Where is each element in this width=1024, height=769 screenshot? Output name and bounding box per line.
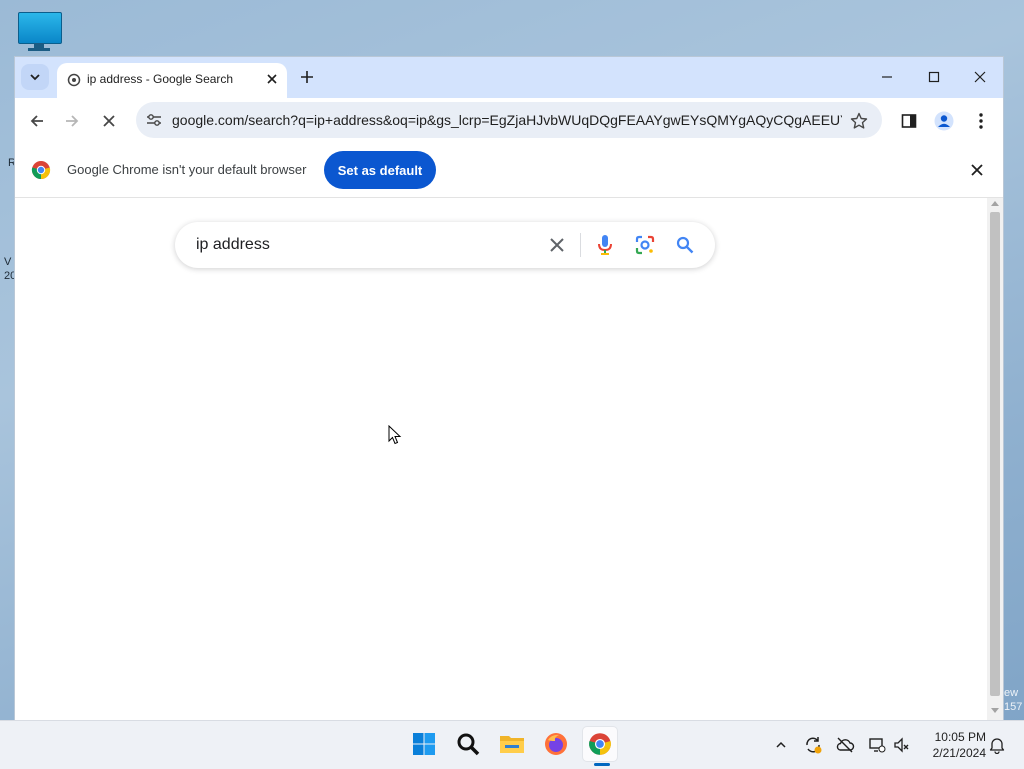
infobar-close-button[interactable] [967,160,987,180]
taskbar: 10:05 PM 2/21/2024 [0,720,1024,769]
minimize-icon [882,76,892,78]
back-button[interactable] [23,107,51,135]
arrow-right-icon [66,115,79,127]
close-icon [974,71,986,83]
desktop-computer-icon[interactable] [18,12,62,52]
scrollbar-thumb[interactable] [990,212,1000,696]
browser-toolbar: google.com/search?q=ip+address&oq=ip&gs_… [15,98,1003,143]
search-submit-button[interactable] [673,233,697,257]
file-explorer-button[interactable] [495,727,529,761]
search-input[interactable]: ip address [196,236,270,254]
new-tab-button[interactable] [297,67,317,87]
close-icon [103,115,115,127]
tune-icon [147,114,161,126]
cloud-off-icon [836,737,855,753]
page-scrollbar[interactable] [987,198,1003,720]
search-icon [676,236,694,254]
close-icon [267,74,277,84]
profile-button[interactable] [930,107,958,135]
start-button[interactable] [407,727,441,761]
bookmark-button[interactable] [848,110,870,132]
image-search-button[interactable] [633,233,657,257]
show-hidden-icons-button[interactable] [771,735,791,755]
voice-search-button[interactable] [593,233,617,257]
tab-active[interactable]: ip address - Google Search [57,63,287,98]
window-close-button[interactable] [960,64,1000,90]
url-text[interactable]: google.com/search?q=ip+address&oq=ip&gs_… [172,112,842,128]
sync-tray-button[interactable] [803,735,823,755]
clock-time: 10:05 PM [934,730,986,744]
page-content: ip address [15,198,987,720]
tab-strip: ip address - Google Search [15,57,1003,98]
default-browser-infobar: Google Chrome isn't your default browser… [15,143,1003,198]
desktop-label-fragment: V [4,256,12,268]
volume-tray-button[interactable] [892,735,912,755]
scroll-up-arrow-icon[interactable] [991,201,999,206]
google-lens-icon [635,235,655,255]
mouse-pointer-icon [388,425,402,445]
desktop-label-fragment: 157 [1004,701,1023,713]
firefox-button[interactable] [539,727,573,761]
address-bar[interactable]: google.com/search?q=ip+address&oq=ip&gs_… [136,102,882,138]
network-error-icon [869,738,886,753]
chrome-taskbar-button[interactable] [583,727,617,761]
search-icon [457,733,480,756]
monitor-base [28,48,50,51]
search-divider [580,233,581,257]
windows-logo-icon [413,733,435,755]
onedrive-tray-button[interactable] [835,735,855,755]
microphone-icon [598,235,612,255]
arrow-left-icon [30,115,43,127]
speaker-muted-icon [894,737,909,753]
tab-close-button[interactable] [263,70,281,88]
infobar-message: Google Chrome isn't your default browser [67,162,307,177]
chevron-down-icon [30,74,40,81]
sync-warning-icon [806,737,822,754]
avatar-icon [934,111,954,131]
bell-icon [989,738,1005,754]
taskbar-search-button[interactable] [451,727,485,761]
notifications-button[interactable] [987,735,1007,755]
close-icon [550,238,564,252]
maximize-icon [928,71,940,83]
system-clock[interactable]: 10:05 PM 2/21/2024 [920,729,986,761]
forward-button[interactable] [58,107,86,135]
side-panel-button[interactable] [895,107,923,135]
tab-title: ip address - Google Search [87,72,234,86]
maximize-button[interactable] [914,64,954,90]
active-app-indicator [594,763,610,766]
search-box[interactable]: ip address [175,222,715,268]
network-tray-button[interactable] [867,735,887,755]
side-panel-icon [901,114,917,128]
chrome-window: ip address - Google Search google.com/se… [15,57,1003,720]
tab-search-button[interactable] [21,64,49,90]
site-info-button[interactable] [144,111,164,129]
chevron-up-icon [776,741,786,748]
close-icon [971,164,983,176]
desktop-label-fragment: ew [1004,687,1019,699]
more-vertical-icon [979,113,983,129]
star-icon [850,112,868,129]
chrome-logo-icon [589,733,611,755]
firefox-icon [545,733,567,755]
set-default-button[interactable]: Set as default [324,151,436,189]
chrome-menu-button[interactable] [967,107,995,135]
chrome-logo-icon [31,161,51,179]
monitor-screen [18,12,62,44]
minimize-button[interactable] [867,64,907,90]
plus-icon [301,71,313,83]
folder-icon [500,736,524,753]
clock-date: 2/21/2024 [932,746,986,760]
loading-globe-icon [67,73,81,87]
clear-search-button[interactable] [545,233,569,257]
stop-loading-button[interactable] [95,107,123,135]
scroll-down-arrow-icon[interactable] [991,708,999,713]
